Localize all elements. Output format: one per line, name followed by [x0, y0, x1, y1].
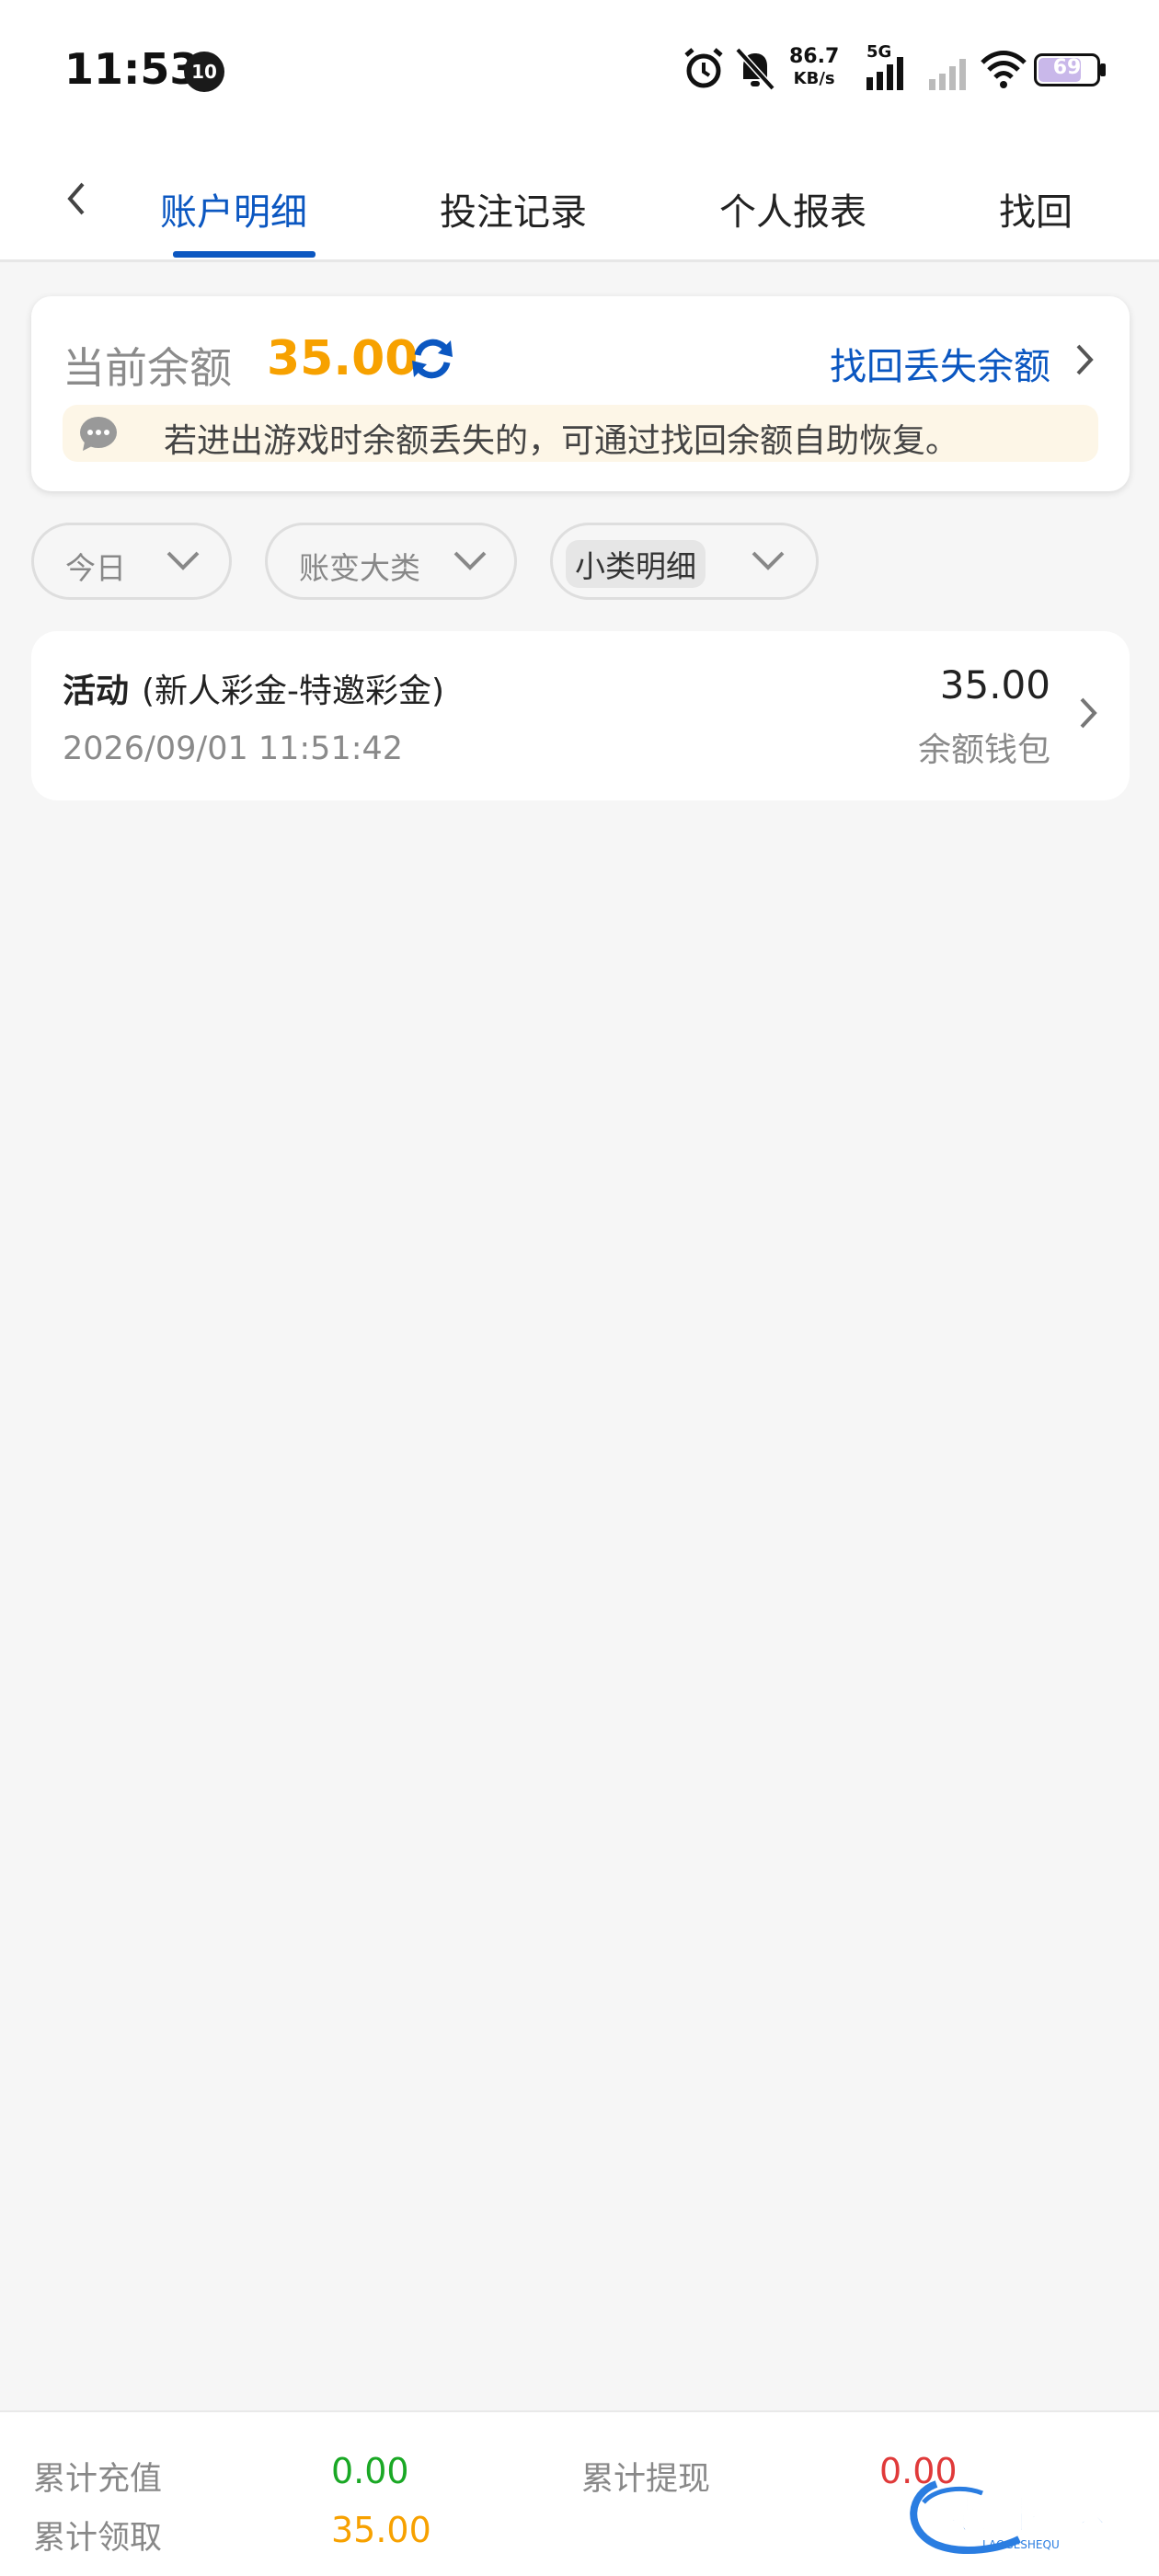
tab-personal-report[interactable]: 个人报表 [719, 182, 866, 236]
svg-text:LAOGESHEQU: LAOGESHEQU [982, 2538, 1060, 2551]
status-bar: 11:53 10 86.7 KB/s 5G 69 [0, 0, 1159, 147]
filter-date-label: 今日 [65, 550, 126, 586]
tab-indicator [173, 251, 316, 258]
balance-amount: 35.00 [267, 331, 419, 386]
filter-date[interactable]: 今日 [31, 523, 232, 600]
tab-bet-records[interactable]: 投注记录 [440, 182, 587, 236]
total-recharge-label: 累计充值 [33, 2461, 163, 2498]
balance-label: 当前余额 [63, 343, 232, 393]
refresh-icon[interactable] [408, 335, 456, 383]
transaction-wallet: 余额钱包 [917, 731, 1050, 769]
tip-bar: 若进出游戏时余额丢失的，可通过找回余额自助恢复。 [63, 405, 1098, 462]
transaction-type: 活动 [63, 673, 130, 710]
status-icons: 86.7 KB/s 5G 69 [681, 42, 1106, 98]
status-time: 11:53 [64, 44, 200, 94]
net-speed: 86.7 KB/s [789, 45, 840, 89]
transaction-detail: (新人彩金-特邀彩金) [142, 673, 445, 710]
back-icon[interactable] [61, 171, 94, 226]
cell-signal-2-icon [929, 59, 966, 90]
balance-card: 当前余额 35.00 找回丢失余额 若进出游戏时余额丢失的，可通过找回余额自助恢… [31, 296, 1130, 491]
total-withdraw-label: 累计提现 [581, 2461, 711, 2498]
filter-subcategory[interactable]: 小类明细 [550, 523, 819, 600]
chevron-down-icon [752, 551, 785, 570]
transaction-time: 2026/09/01 11:51:42 [63, 730, 404, 767]
svg-text:老哥社区: 老哥社区 [949, 2491, 1111, 2538]
chevron-right-icon [1080, 697, 1097, 729]
transaction-item[interactable]: 活动 (新人彩金-特邀彩金) 2026/09/01 11:51:42 35.00… [31, 631, 1130, 800]
chevron-down-icon [166, 551, 200, 570]
battery-icon: 69 [1034, 53, 1106, 86]
cell-signal-5g: 5G [865, 42, 920, 92]
bell-muted-icon [735, 47, 775, 91]
chevron-right-icon[interactable] [1071, 337, 1098, 383]
tip-text: 若进出游戏时余额丢失的，可通过找回余额自助恢复。 [164, 422, 959, 460]
alarm-icon [684, 48, 723, 88]
filter-category-label: 账变大类 [299, 550, 420, 586]
notification-badge: 10 [184, 52, 224, 92]
total-received-label: 累计领取 [33, 2520, 163, 2557]
tab-bar: 账户明细 投注记录 个人报表 找回 [0, 147, 1159, 262]
chevron-down-icon [453, 551, 487, 570]
wifi-icon [981, 51, 1027, 88]
watermark-logo: 老哥社区 LAOGESHEQU [910, 2480, 1112, 2554]
filter-category[interactable]: 账变大类 [265, 523, 517, 600]
recover-balance-link[interactable]: 找回丢失余额 [830, 337, 1050, 390]
chat-bubble-icon [80, 417, 117, 451]
transaction-amount: 35.00 [939, 662, 1050, 707]
tab-account-detail[interactable]: 账户明细 [160, 182, 307, 236]
total-received-value: 35.00 [331, 2510, 431, 2550]
total-recharge-value: 0.00 [331, 2451, 409, 2491]
filter-subcategory-label: 小类明细 [566, 540, 706, 588]
tab-recover[interactable]: 找回 [999, 182, 1074, 237]
